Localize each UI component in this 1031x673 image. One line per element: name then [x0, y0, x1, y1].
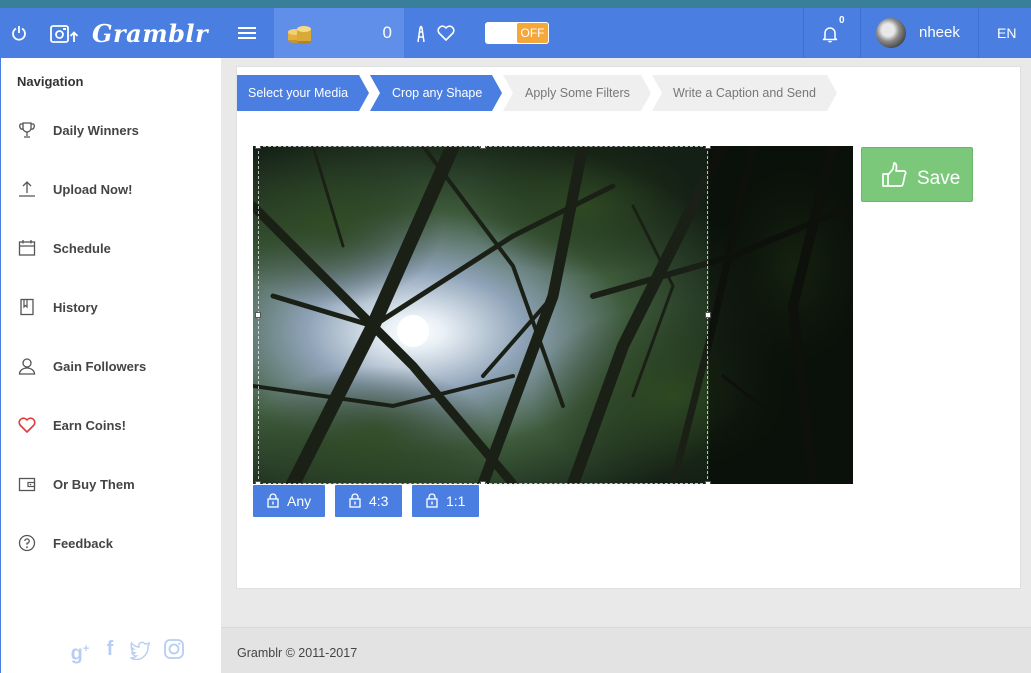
wizard-step-crop[interactable]: Crop any Shape	[370, 75, 500, 111]
book-icon	[20, 298, 34, 316]
google-plus-icon[interactable]: g+	[69, 638, 91, 665]
divider	[860, 8, 861, 58]
top-bar: Gramblr 0 OFF 0 nheek EN	[0, 8, 1031, 58]
wizard-steps: Select your Media Crop any Shape Apply S…	[237, 75, 1022, 111]
heart-outline-icon[interactable]	[437, 25, 455, 41]
divider	[803, 8, 804, 58]
wizard-step-label: Crop any Shape	[392, 86, 483, 100]
ratio-label: Any	[287, 493, 312, 509]
top-accent-strip	[0, 0, 1031, 8]
sidebar-item-feedback[interactable]: Feedback	[1, 524, 221, 564]
ratio-button-1-1[interactable]: 1:1	[412, 485, 479, 517]
wizard-step-label: Select your Media	[248, 86, 349, 100]
sidebar-item-history[interactable]: History	[1, 288, 221, 328]
sidebar-item-label: Feedback	[53, 536, 113, 551]
wizard-step-select-media[interactable]: Select your Media	[237, 75, 367, 111]
coin-balance[interactable]: 0	[274, 8, 404, 58]
coin-count: 0	[382, 23, 392, 42]
power-icon[interactable]	[10, 24, 28, 42]
save-button[interactable]: Save	[861, 147, 973, 202]
user-icon	[18, 358, 36, 375]
heart-icon	[18, 417, 36, 433]
wallet-icon	[18, 477, 36, 492]
thumbs-up-icon	[882, 162, 907, 187]
sidebar-item-earn-coins[interactable]: Earn Coins!	[1, 406, 221, 446]
brand-logo: Gramblr	[92, 19, 209, 48]
calendar-icon	[18, 240, 36, 256]
sidebar-item-label: Gain Followers	[53, 359, 147, 374]
lock-icon	[349, 493, 361, 508]
hamburger-menu-icon[interactable]	[238, 25, 256, 41]
editor-panel: Select your Media Crop any Shape Apply S…	[236, 66, 1021, 589]
crop-handle[interactable]	[480, 146, 486, 149]
footer: Gramblr © 2011-2017	[221, 627, 1031, 673]
language-selector[interactable]: EN	[997, 25, 1016, 41]
auto-toggle-switch[interactable]: OFF	[485, 22, 549, 44]
crop-handle[interactable]	[255, 312, 261, 318]
copyright-text: Gramblr © 2011-2017	[237, 646, 358, 660]
tower-icon[interactable]	[415, 25, 427, 43]
crop-handle[interactable]	[705, 312, 711, 318]
facebook-icon[interactable]: f	[99, 638, 121, 660]
crop-handle[interactable]	[705, 481, 711, 484]
sidebar-item-gain-followers[interactable]: Gain Followers	[1, 347, 221, 387]
upload-icon	[19, 181, 35, 197]
sidebar-item-label: Or Buy Them	[53, 477, 135, 492]
crop-outside-shade	[709, 146, 853, 484]
instagram-icon[interactable]	[163, 638, 185, 660]
crop-canvas[interactable]	[253, 146, 853, 484]
sidebar-item-schedule[interactable]: Schedule	[1, 229, 221, 269]
lock-icon	[267, 493, 279, 508]
sidebar-item-label: Schedule	[53, 241, 111, 256]
ratio-label: 1:1	[446, 493, 466, 509]
username[interactable]: nheek	[919, 24, 960, 41]
crop-handle[interactable]	[705, 146, 711, 149]
bell-icon[interactable]	[822, 25, 838, 43]
divider	[978, 8, 979, 58]
sidebar: Navigation Daily Winners Upload Now! Sch…	[0, 58, 221, 673]
instagram-upload-icon	[50, 25, 79, 43]
sidebar-item-upload-now[interactable]: Upload Now!	[1, 170, 221, 210]
save-button-label: Save	[917, 168, 961, 189]
crop-selection-box[interactable]	[258, 146, 708, 484]
ratio-button-4-3[interactable]: 4:3	[335, 485, 402, 517]
ratio-label: 4:3	[369, 493, 389, 509]
social-links: g+ f	[69, 638, 199, 665]
coins-icon	[288, 26, 311, 44]
help-icon	[18, 534, 36, 552]
toggle-state-label: OFF	[517, 23, 548, 43]
twitter-icon[interactable]	[129, 638, 151, 660]
wizard-step-label: Apply Some Filters	[525, 86, 630, 100]
crop-handle[interactable]	[480, 481, 486, 484]
sidebar-item-label: Upload Now!	[53, 182, 133, 197]
crop-handle[interactable]	[255, 146, 261, 149]
sidebar-item-label: Earn Coins!	[53, 418, 126, 433]
trophy-icon	[19, 122, 35, 138]
sidebar-item-label: Daily Winners	[53, 123, 139, 138]
wizard-step-label: Write a Caption and Send	[673, 86, 816, 100]
sidebar-item-daily-winners[interactable]: Daily Winners	[1, 111, 221, 151]
crop-handle[interactable]	[255, 481, 261, 484]
sidebar-item-label: History	[53, 300, 98, 315]
wizard-step-filters[interactable]: Apply Some Filters	[503, 75, 649, 111]
sidebar-item-buy-coins[interactable]: Or Buy Them	[1, 465, 221, 505]
wizard-step-caption-send[interactable]: Write a Caption and Send	[652, 75, 835, 111]
avatar[interactable]	[876, 18, 906, 48]
notification-count-badge: 0	[839, 15, 845, 26]
lock-icon	[426, 493, 438, 508]
ratio-button-any[interactable]: Any	[253, 485, 325, 517]
sidebar-title: Navigation	[17, 74, 84, 89]
